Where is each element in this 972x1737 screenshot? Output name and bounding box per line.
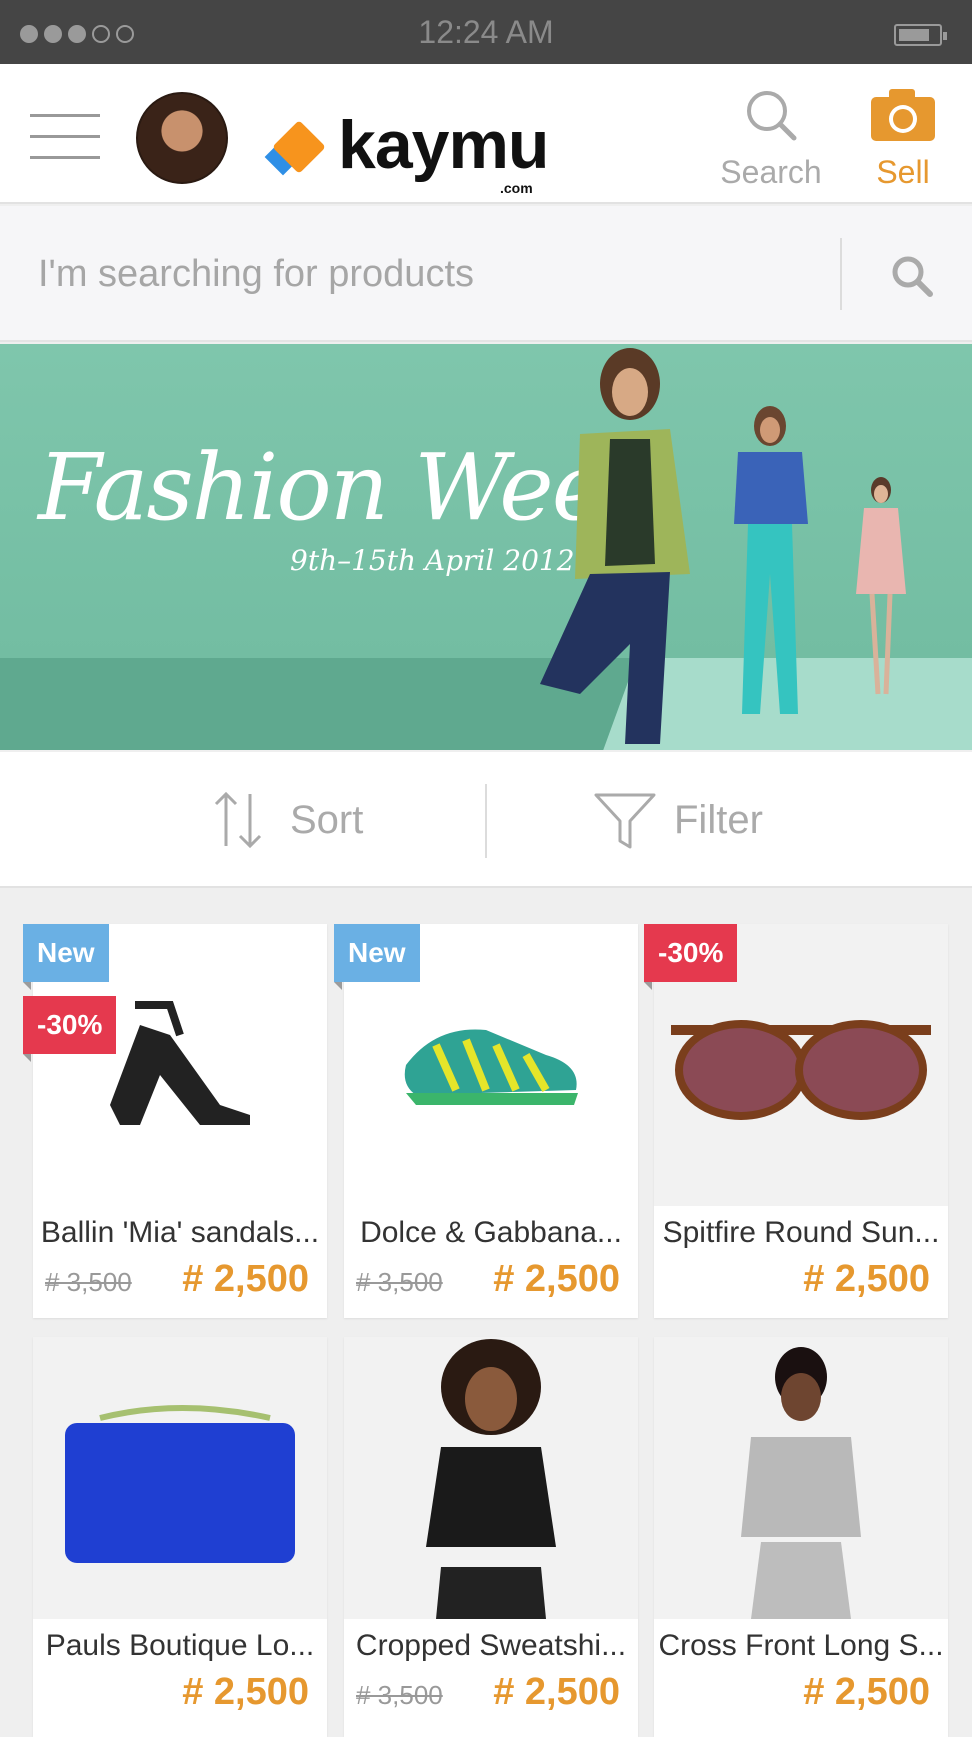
product-image — [33, 1337, 327, 1619]
search-icon — [716, 84, 826, 146]
header-sell-label: Sell — [876, 154, 930, 190]
product-card[interactable]: Ballin 'Mia' sandals... # 3,500 # 2,500 — [33, 924, 327, 1318]
product-name: Ballin 'Mia' sandals... — [40, 1216, 320, 1249]
kaymu-logo[interactable]: kaymu .com — [264, 94, 554, 196]
search-divider — [840, 238, 842, 310]
app-header: kaymu .com Search Sell — [0, 64, 972, 204]
product-price: # 2,500 — [493, 1258, 620, 1300]
product-card[interactable]: Spitfire Round Sun... # 2,500 — [654, 924, 948, 1318]
logo-mark-icon — [264, 120, 326, 182]
product-card[interactable]: Cross Front Long S... # 2,500 — [654, 1337, 948, 1737]
banner-model-image — [540, 348, 690, 744]
product-name: Spitfire Round Sun... — [662, 1216, 940, 1249]
new-badge: New — [23, 924, 109, 990]
product-name: Cross Front Long S... — [658, 1629, 944, 1662]
product-image — [344, 1337, 638, 1619]
product-old-price: # 3,500 — [45, 1267, 132, 1297]
logo-text: kaymu — [338, 107, 549, 183]
camera-icon — [848, 84, 958, 146]
product-name: Pauls Boutique Lo... — [45, 1629, 315, 1662]
product-image — [654, 1337, 948, 1619]
header-search-label: Search — [720, 154, 822, 190]
status-time: 12:24 AM — [418, 14, 554, 50]
product-name: Dolce & Gabbana... — [360, 1216, 622, 1249]
product-card[interactable]: Cropped Sweatshi... # 3,500 # 2,500 — [344, 1337, 638, 1737]
sort-filter-bar: Sort Filter — [0, 752, 972, 888]
product-name: Cropped Sweatshi... — [355, 1629, 627, 1662]
product-card[interactable]: Dolce & Gabbana... # 3,500 # 2,500 — [344, 924, 638, 1318]
product-price: # 2,500 — [493, 1671, 620, 1713]
product-card[interactable]: Pauls Boutique Lo... # 2,500 — [33, 1337, 327, 1737]
header-search-button[interactable]: Search — [716, 84, 826, 191]
sort-label: Sort — [290, 797, 364, 842]
product-old-price: # 3,500 — [356, 1267, 443, 1297]
fashion-week-banner[interactable]: Fashion Week 9th–15th April 2012 — [0, 344, 972, 750]
banner-model-image — [734, 406, 808, 714]
search-bar — [0, 206, 972, 342]
sort-button[interactable]: Sort — [212, 788, 363, 852]
status-bar: 12:24 AM — [0, 0, 972, 64]
discount-badge: -30% — [644, 924, 738, 990]
new-badge: New — [334, 924, 420, 990]
logo-subtext: .com — [500, 180, 533, 196]
search-input[interactable] — [36, 242, 816, 306]
product-price: # 2,500 — [182, 1258, 309, 1300]
product-price: # 2,500 — [803, 1258, 930, 1300]
search-submit-icon[interactable] — [880, 248, 944, 304]
product-old-price: # 3,500 — [356, 1680, 443, 1710]
discount-badge: -30% — [23, 996, 117, 1062]
menu-icon[interactable] — [30, 114, 100, 159]
avatar[interactable] — [136, 92, 228, 184]
header-sell-button[interactable]: Sell — [848, 84, 958, 191]
battery-icon — [894, 24, 947, 46]
product-price: # 2,500 — [803, 1671, 930, 1713]
filter-icon — [594, 793, 656, 849]
filter-label: Filter — [674, 797, 763, 842]
sort-divider — [485, 784, 487, 858]
banner-model-image — [856, 477, 906, 695]
sort-icon — [214, 791, 262, 849]
product-price: # 2,500 — [182, 1671, 309, 1713]
filter-button[interactable]: Filter — [594, 788, 763, 852]
